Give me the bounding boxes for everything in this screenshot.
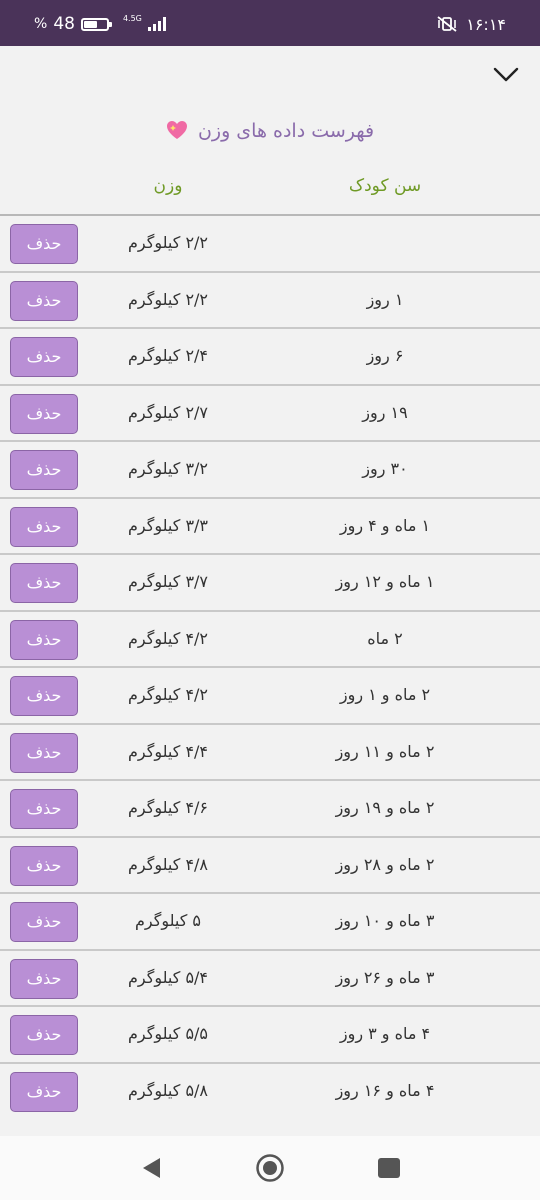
age-value: ۱ ماه و ۴ روز	[339, 515, 431, 535]
weight-value: ۴/۲ کیلوگرم	[127, 685, 209, 704]
chevron-down-icon[interactable]	[492, 60, 520, 88]
age-value: ۲ ماه و ۲۸ روز	[335, 854, 435, 874]
column-header-age: سن کودک	[348, 176, 422, 196]
status-left: % 48 4.5G	[34, 13, 166, 35]
list-item: حذف ۴/۴ کیلوگرم ۲ ماه و ۱۱ روز	[0, 722, 540, 780]
list-item: حذف ۲/۲ کیلوگرم ۱ روز	[0, 270, 540, 328]
weight-value: ۵ کیلوگرم	[134, 911, 202, 930]
list-item: حذف ۵ کیلوگرم ۳ ماه و ۱۰ روز	[0, 892, 540, 949]
weight-value: ۲/۴ کیلوگرم	[127, 346, 209, 365]
navigation-bar	[0, 1136, 540, 1200]
age-value: ۱۹ روز	[362, 402, 408, 422]
battery-percent: 48	[53, 14, 75, 34]
list-item: حذف ۳/۷ کیلوگرم ۱ ماه و ۱۲ روز	[0, 553, 540, 610]
age-value: ۲ ماه	[367, 628, 403, 648]
weight-value: ۵/۴ کیلوگرم	[127, 967, 209, 987]
list-item: حذف ۴/۸ کیلوگرم ۲ ماه و ۲۸ روز	[0, 835, 540, 893]
age-value: ۳ ماه و ۱۰ روز	[335, 911, 435, 930]
list-item: حذف ۵/۸ کیلوگرم ۴ ماه و ۱۶ روز	[0, 1061, 540, 1119]
weight-value: ۴/۴ کیلوگرم	[127, 741, 209, 761]
status-right: ۱۶:۱۴	[436, 13, 506, 35]
column-header-weight: وزن	[153, 176, 183, 196]
weight-value: ۲/۷ کیلوگرم	[127, 402, 209, 422]
age-value: ۶ روز	[366, 346, 404, 365]
list-item: حذف ۲/۴ کیلوگرم ۶ روز	[0, 327, 540, 384]
age-value: ۴ ماه و ۳ روز	[339, 1024, 431, 1043]
age-value: ۴ ماه و ۱۶ روز	[335, 1080, 435, 1100]
list-item: حذف ۴/۲ کیلوگرم ۲ ماه و ۱ روز	[0, 666, 540, 723]
list-header: فهرست داده های وزن سن کودک وزن	[0, 46, 540, 214]
list-item: حذف ۳/۳ کیلوگرم ۱ ماه و ۴ روز	[0, 496, 540, 554]
network-type: 4.5G	[122, 14, 142, 23]
status-bar: % 48 4.5G ۱۶:۱۴	[0, 0, 540, 46]
list-item: حذف ۴/۲ کیلوگرم ۲ ماه	[0, 609, 540, 667]
recent-apps-icon[interactable]	[378, 1158, 400, 1178]
weight-value: ۴/۸ کیلوگرم	[127, 854, 209, 874]
weight-value: ۵/۵ کیلوگرم	[127, 1024, 209, 1043]
list-item: حذف ۲/۲ کیلوگرم	[0, 214, 540, 271]
age-value: ۱ روز	[366, 289, 404, 309]
weight-value: ۳/۳ کیلوگرم	[127, 515, 209, 535]
age-value: ۳ ماه و ۲۶ روز	[335, 967, 435, 987]
weight-value: ۴/۲ کیلوگرم	[127, 628, 209, 648]
battery-percent-sign: %	[34, 16, 48, 32]
back-triangle-icon[interactable]	[140, 1156, 162, 1180]
weight-value: ۲/۲ کیلوگرم	[127, 233, 209, 252]
weight-value: ۵/۸ کیلوگرم	[127, 1080, 209, 1100]
weight-list: حذف ۲/۲ کیلوگرم حذف ۲/۲ کیلوگرم ۱ روز حذف ۲/۴ …	[0, 214, 540, 1136]
list-item: حذف ۲/۷ کیلوگرم ۱۹ روز	[0, 383, 540, 441]
age-value: ۳۰ روز	[362, 459, 408, 478]
list-item: حذف ۴/۶ کیلوگرم ۲ ماه و ۱۹ روز	[0, 779, 540, 836]
weight-value: ۴/۶ کیلوگرم	[127, 798, 209, 817]
list-item: حذف ۵/۵ کیلوگرم ۴ ماه و ۳ روز	[0, 1005, 540, 1062]
clock: ۱۶:۱۴	[466, 14, 506, 34]
weight-value: ۲/۲ کیلوگرم	[127, 289, 209, 309]
page-title: فهرست داده های وزن	[0, 120, 540, 142]
weight-value: ۳/۲ کیلوگرم	[127, 459, 209, 478]
age-value: ۲ ماه و ۱ روز	[339, 685, 431, 704]
list-item: حذف ۵/۴ کیلوگرم ۳ ماه و ۲۶ روز	[0, 948, 540, 1006]
age-value: ۲ ماه و ۱۱ روز	[335, 741, 435, 761]
vibrate-mute-icon	[437, 16, 457, 32]
age-value: ۱ ماه و ۱۲ روز	[335, 572, 435, 591]
sparkling-heart-icon	[166, 121, 187, 139]
page-title-text: فهرست داده های وزن	[197, 120, 375, 142]
battery-icon	[80, 17, 112, 31]
home-circle-icon[interactable]	[255, 1153, 285, 1183]
signal-icon	[147, 17, 166, 31]
age-value: ۲ ماه و ۱۹ روز	[335, 798, 435, 817]
weight-value: ۳/۷ کیلوگرم	[127, 572, 209, 591]
list-item: حذف ۳/۲ کیلوگرم ۳۰ روز	[0, 440, 540, 497]
